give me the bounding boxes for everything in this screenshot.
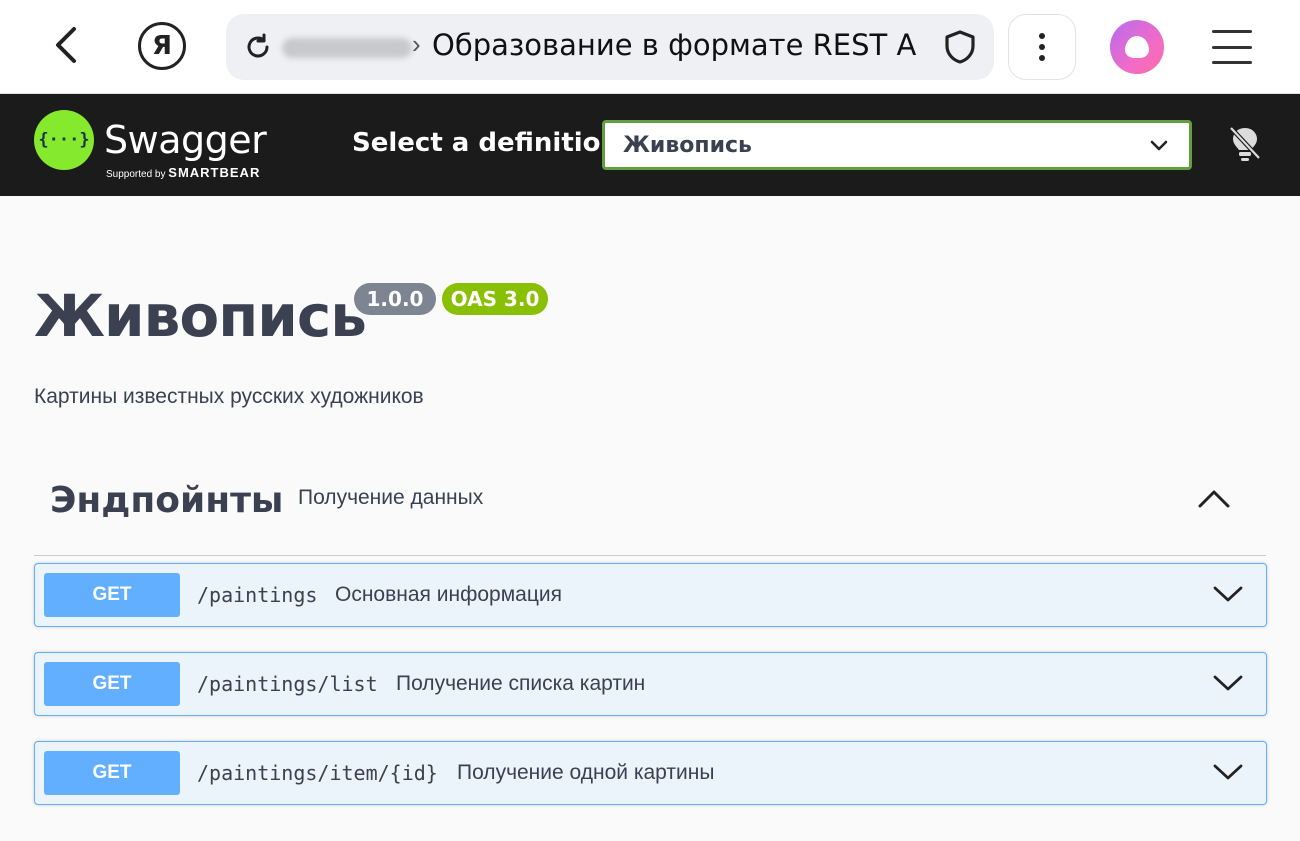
operation-path: /paintings [197, 583, 318, 607]
oas-badge: OAS 3.0 [442, 283, 548, 315]
swagger-logo-icon[interactable]: {···} [34, 110, 94, 170]
method-badge: GET [44, 573, 180, 617]
api-description: Картины известных русских художников [34, 385, 424, 408]
reload-icon[interactable] [242, 31, 274, 63]
operation-row[interactable]: GET /paintings Основная информация [34, 563, 1267, 627]
operation-path: /paintings/list [197, 672, 378, 696]
browser-toolbar: Я › Образование в формате REST API [0, 0, 1300, 94]
chevron-down-icon [1150, 140, 1168, 151]
alice-assistant-icon[interactable] [1110, 20, 1164, 74]
breadcrumb-separator: › [412, 29, 421, 59]
method-badge: GET [44, 662, 180, 706]
tag-name: Эндпойнты [50, 480, 284, 521]
dot [1039, 55, 1045, 61]
api-title: Живопись [34, 282, 367, 350]
hamburger-line [1212, 61, 1252, 64]
supported-by: Supported by SMARTBEAR [106, 165, 260, 180]
hamburger-menu-icon[interactable] [1212, 30, 1252, 64]
address-bar[interactable]: › Образование в формате REST API [226, 14, 994, 80]
alice-inner-shape [1125, 36, 1149, 58]
operation-row[interactable]: GET /paintings/item/{id} Получение одной… [34, 741, 1267, 805]
shield-icon[interactable] [942, 29, 978, 65]
operation-summary: Основная информация [335, 583, 562, 606]
method-badge: GET [44, 751, 180, 795]
chevron-down-icon[interactable] [1212, 584, 1244, 604]
operation-row[interactable]: GET /paintings/list Получение списка кар… [34, 652, 1267, 716]
back-arrow-icon [56, 27, 76, 63]
definition-select-value: Живопись [623, 133, 752, 158]
hamburger-line [1212, 30, 1252, 33]
back-button[interactable] [44, 22, 90, 68]
chevron-down-icon[interactable] [1212, 673, 1244, 693]
dot [1039, 33, 1045, 39]
operation-summary: Получение одной картины [457, 761, 715, 784]
tag-section-header[interactable]: Эндпойнты Получение данных [34, 470, 1266, 556]
smartbear-brand: SMARTBEAR [168, 165, 261, 180]
blurred-domain [282, 38, 412, 58]
operation-summary: Получение списка картин [396, 672, 646, 695]
swagger-brand[interactable]: Swagger [104, 118, 267, 162]
definition-select[interactable]: Живопись [602, 120, 1192, 170]
lightbulb-off-icon[interactable] [1226, 124, 1264, 164]
supported-by-text: Supported by [106, 169, 166, 180]
tag-description: Получение данных [298, 486, 484, 509]
hamburger-line [1212, 45, 1252, 49]
page-title: Образование в формате REST API [432, 28, 918, 62]
operation-path: /paintings/item/{id} [197, 761, 438, 785]
select-definition-label: Select a definition [352, 128, 620, 158]
dot [1039, 44, 1045, 50]
more-vertical-icon[interactable] [1008, 14, 1076, 80]
yandex-logo-icon[interactable]: Я [138, 22, 186, 70]
version-badge: 1.0.0 [354, 283, 436, 315]
chevron-down-icon[interactable] [1212, 762, 1244, 782]
chevron-up-icon[interactable] [1196, 488, 1232, 510]
swagger-topbar: {···} Swagger Supported by SMARTBEAR Sel… [0, 94, 1300, 196]
